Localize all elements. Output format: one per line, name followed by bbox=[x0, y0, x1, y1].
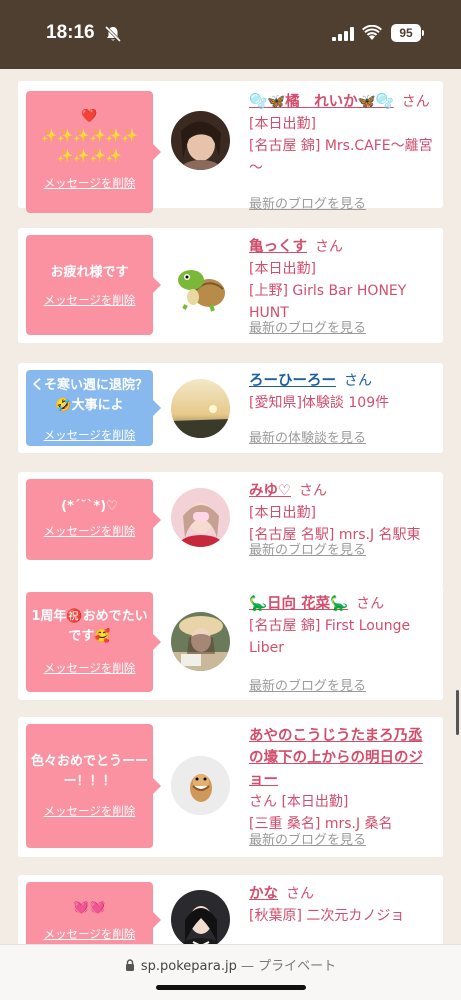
message-bubble: 1周年㊗️おめでたいです🥰 メッセージを削除 bbox=[26, 592, 161, 692]
honorific: さん bbox=[299, 483, 327, 499]
message-card: 1周年㊗️おめでたいです🥰 メッセージを削除 🦕日向 花菜🦕 さん [名古屋 錦]… bbox=[18, 585, 443, 700]
profile-info: かな さん [秋葉原] 二次元カノジョ bbox=[249, 883, 437, 927]
latest-blog-link[interactable]: 最新のブログを見る bbox=[249, 829, 366, 848]
profile-name-link[interactable]: みゆ♡ bbox=[249, 483, 291, 499]
message-text: お疲れ様です bbox=[50, 265, 129, 280]
profile-info: みゆ♡ さん [本日出勤] [名古屋 名駅] mrs.J 名駅東 bbox=[249, 480, 437, 546]
profile-detail: [名古屋 錦] First Lounge Liber bbox=[249, 618, 411, 656]
latest-blog-link[interactable]: 最新のブログを見る bbox=[249, 317, 366, 336]
avatar[interactable] bbox=[171, 756, 230, 815]
profile-info: 🫧🦋橘 れいか🦋🫧 さん [本日出勤] [名古屋 錦] Mrs.CAFE～離宮～ bbox=[249, 91, 437, 179]
delete-message-link[interactable]: メッセージを削除 bbox=[26, 292, 153, 308]
honorific: さん bbox=[249, 794, 277, 810]
delete-message-link[interactable]: メッセージを削除 bbox=[26, 175, 153, 191]
message-text: 💓💓 bbox=[73, 900, 106, 915]
delete-message-link[interactable]: メッセージを削除 bbox=[26, 803, 153, 819]
battery-indicator: 95 bbox=[391, 24, 424, 42]
message-bubble: ❤️ ✨✨✨✨✨✨ ✨✨✨✨ メッセージを削除 bbox=[26, 91, 161, 213]
message-card: 色々おめでとうーーー！！！ メッセージを削除 あやのこうじうたまろ乃丞の壕下の上… bbox=[18, 717, 443, 857]
status-time: 18:16 bbox=[46, 22, 95, 43]
honorific: さん bbox=[344, 373, 372, 389]
message-feed[interactable]: ❤️ ✨✨✨✨✨✨ ✨✨✨✨ メッセージを削除 🫧🦋橘 れいか🦋🫧 さん [本日出… bbox=[0, 69, 461, 944]
avatar[interactable] bbox=[171, 612, 230, 671]
message-text: (*´˘`*)♡ bbox=[61, 499, 118, 514]
home-indicator[interactable] bbox=[156, 985, 306, 990]
scrollbar[interactable] bbox=[456, 690, 459, 735]
avatar[interactable] bbox=[171, 890, 230, 944]
profile-name-link[interactable]: ろーひーろー bbox=[249, 373, 336, 389]
profile-name-link[interactable]: あやのこうじうたまろ乃丞の壕下の上からの明日のジョー bbox=[249, 725, 437, 791]
delete-message-link[interactable]: メッセージを削除 bbox=[26, 427, 153, 443]
delete-message-link[interactable]: メッセージを削除 bbox=[26, 926, 153, 942]
avatar[interactable] bbox=[171, 255, 230, 314]
profile-name-link[interactable]: 亀っくす bbox=[249, 239, 307, 255]
honorific: さん bbox=[286, 886, 314, 902]
wifi-icon bbox=[362, 25, 382, 40]
profile-detail: [本日出勤] [上野] Girls Bar HONEY HUNT bbox=[249, 261, 407, 321]
message-bubble: くそ寒い週に退院？🤣大事によ メッセージを削除 bbox=[26, 370, 161, 446]
lock-icon bbox=[125, 959, 134, 971]
latest-blog-link[interactable]: 最新のブログを見る bbox=[249, 539, 366, 558]
latest-blog-link[interactable]: 最新のブログを見る bbox=[249, 675, 366, 694]
latest-blog-link[interactable]: 最新のブログを見る bbox=[249, 193, 366, 212]
message-card: ❤️ ✨✨✨✨✨✨ ✨✨✨✨ メッセージを削除 🫧🦋橘 れいか🦋🫧 さん [本日出… bbox=[18, 81, 443, 213]
message-text: 色々おめでとうーーー！！！ bbox=[30, 754, 148, 789]
profile-info: あやのこうじうたまろ乃丞の壕下の上からの明日のジョー さん [本日出勤] [三重… bbox=[249, 725, 437, 835]
avatar[interactable] bbox=[171, 488, 230, 547]
browser-url-bar[interactable]: sp.pokepara.jp — プライベート bbox=[0, 944, 461, 1000]
message-card: (*´˘`*)♡ メッセージを削除 みゆ♡ さん [本日出勤] [名古屋 名駅] … bbox=[18, 472, 443, 587]
delete-message-link[interactable]: メッセージを削除 bbox=[26, 660, 153, 676]
profile-name-link[interactable]: 🦕日向 花菜🦕 bbox=[249, 596, 348, 612]
url-display[interactable]: sp.pokepara.jp — プライベート bbox=[0, 955, 461, 974]
message-bubble: 色々おめでとうーーー！！！ メッセージを削除 bbox=[26, 724, 161, 848]
profile-info: 亀っくす さん [本日出勤] [上野] Girls Bar HONEY HUNT bbox=[249, 236, 437, 324]
message-bubble: (*´˘`*)♡ メッセージを削除 bbox=[26, 479, 161, 560]
status-bar: 18:16 95 bbox=[0, 0, 461, 69]
private-mode-label: プライベート bbox=[258, 959, 337, 974]
bell-slash-icon bbox=[104, 25, 122, 43]
message-text: くそ寒い週に退院？🤣大事によ bbox=[30, 378, 148, 413]
profile-name-link[interactable]: 🫧🦋橘 れいか🦋🫧 bbox=[249, 94, 394, 110]
message-bubble: お疲れ様です メッセージを削除 bbox=[26, 235, 161, 335]
honorific: さん bbox=[315, 239, 343, 255]
latest-review-link[interactable]: 最新の体験談を見る bbox=[249, 427, 366, 446]
profile-info: ろーひーろー さん [愛知県]体験談 109件 bbox=[249, 370, 437, 414]
profile-info: 🦕日向 花菜🦕 さん [名古屋 錦] First Lounge Liber bbox=[249, 593, 437, 659]
message-card: お疲れ様です メッセージを削除 亀っくす さん [本日出勤] [上野] Girls… bbox=[18, 228, 443, 343]
profile-detail: [愛知県]体験談 109件 bbox=[249, 395, 390, 411]
avatar[interactable] bbox=[171, 379, 230, 438]
message-card: 💓💓 メッセージを削除 かな さん [秋葉原] 二次元カノジョ bbox=[18, 875, 443, 944]
signal-icon bbox=[332, 27, 354, 41]
profile-detail: [秋葉原] 二次元カノジョ bbox=[249, 908, 405, 924]
message-card: くそ寒い週に退院？🤣大事によ メッセージを削除 ろーひーろー さん [愛知県]体験… bbox=[18, 363, 443, 453]
message-text: ❤️ ✨✨✨✨✨✨ ✨✨✨✨ bbox=[40, 109, 139, 164]
honorific: さん bbox=[356, 596, 385, 612]
url-separator: — bbox=[240, 959, 254, 974]
profile-detail: [本日出勤] [名古屋 錦] Mrs.CAFE～離宮～ bbox=[249, 116, 433, 176]
profile-name-link[interactable]: かな bbox=[249, 886, 278, 902]
message-text: 1周年㊗️おめでたいです🥰 bbox=[31, 609, 148, 644]
message-bubble: 💓💓 メッセージを削除 bbox=[26, 882, 161, 944]
avatar[interactable] bbox=[171, 111, 230, 170]
delete-message-link[interactable]: メッセージを削除 bbox=[26, 523, 153, 539]
honorific: さん bbox=[401, 94, 430, 110]
url-domain: sp.pokepara.jp bbox=[140, 959, 237, 974]
